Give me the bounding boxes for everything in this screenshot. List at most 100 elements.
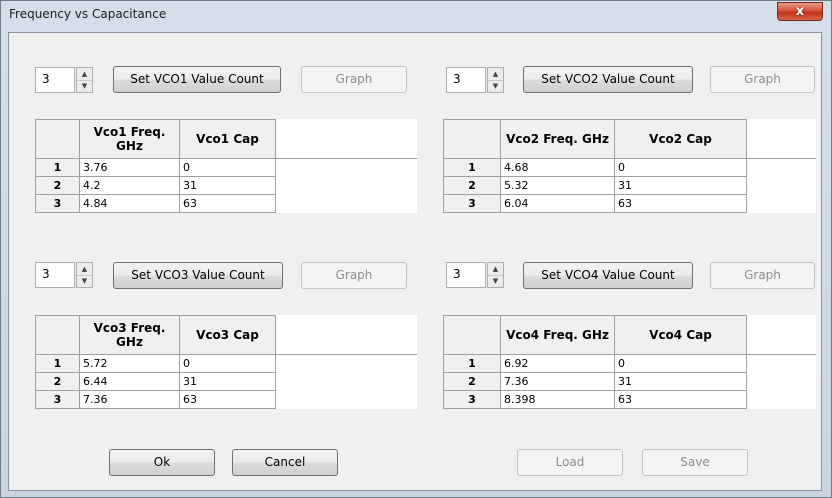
cap-cell[interactable]: 31 bbox=[179, 372, 276, 391]
table-row[interactable]: 1 4.68 0 bbox=[443, 158, 816, 177]
vco3-graph-button[interactable]: Graph bbox=[301, 262, 407, 289]
table-row[interactable]: 1 5.72 0 bbox=[35, 354, 417, 373]
cap-cell[interactable]: 0 bbox=[179, 158, 276, 177]
table-filler bbox=[275, 354, 417, 373]
cap-cell[interactable]: 63 bbox=[614, 194, 747, 213]
table-row[interactable]: 3 4.84 63 bbox=[35, 194, 417, 213]
row-header[interactable]: 3 bbox=[35, 390, 80, 409]
table-header-row: Vco1 Freq. GHz Vco1 Cap bbox=[35, 119, 417, 159]
title-bar[interactable]: Frequency vs Capacitance x bbox=[1, 1, 831, 29]
vco2-graph-button[interactable]: Graph bbox=[710, 66, 815, 93]
vco1-count-input[interactable]: 3 bbox=[35, 67, 75, 93]
table-row[interactable]: 2 4.2 31 bbox=[35, 176, 417, 195]
cancel-button[interactable]: Cancel bbox=[232, 449, 338, 476]
row-header[interactable]: 1 bbox=[443, 354, 501, 373]
column-header[interactable]: Vco1 Freq. GHz bbox=[79, 119, 180, 159]
table-filler bbox=[275, 176, 417, 195]
vco2-spin-arrows[interactable]: ▲ ▼ bbox=[487, 67, 504, 93]
down-arrow-icon[interactable]: ▼ bbox=[488, 80, 503, 92]
vco1-count-spinbox[interactable]: 3 ▲ ▼ bbox=[35, 67, 95, 93]
vco2-count-input[interactable]: 3 bbox=[446, 67, 486, 93]
down-arrow-icon[interactable]: ▼ bbox=[77, 275, 92, 287]
freq-cell[interactable]: 4.68 bbox=[500, 158, 615, 177]
row-header[interactable]: 1 bbox=[35, 158, 80, 177]
row-header[interactable]: 2 bbox=[35, 176, 80, 195]
vco4-count-input[interactable]: 3 bbox=[446, 262, 486, 288]
table-filler bbox=[746, 194, 816, 213]
row-header[interactable]: 2 bbox=[443, 372, 501, 391]
freq-cell[interactable]: 5.72 bbox=[79, 354, 180, 373]
table-corner bbox=[35, 119, 80, 159]
cap-cell[interactable]: 31 bbox=[614, 372, 747, 391]
cap-cell[interactable]: 31 bbox=[614, 176, 747, 195]
table-filler bbox=[275, 158, 417, 177]
table-filler bbox=[275, 390, 417, 409]
freq-cell[interactable]: 7.36 bbox=[500, 372, 615, 391]
column-header[interactable]: Vco4 Freq. GHz bbox=[500, 315, 615, 355]
freq-cell[interactable]: 7.36 bbox=[79, 390, 180, 409]
cap-cell[interactable]: 0 bbox=[614, 354, 747, 373]
table-filler bbox=[275, 194, 417, 213]
table-corner bbox=[35, 315, 80, 355]
vco3-count-input[interactable]: 3 bbox=[35, 262, 75, 288]
cap-cell[interactable]: 31 bbox=[179, 176, 276, 195]
table-row[interactable]: 2 5.32 31 bbox=[443, 176, 816, 195]
column-header[interactable]: Vco2 Freq. GHz bbox=[500, 119, 615, 159]
row-header[interactable]: 3 bbox=[443, 390, 501, 409]
cap-cell[interactable]: 63 bbox=[179, 390, 276, 409]
row-header[interactable]: 2 bbox=[35, 372, 80, 391]
freq-cell[interactable]: 4.84 bbox=[79, 194, 180, 213]
close-icon: x bbox=[795, 4, 805, 19]
table-row[interactable]: 1 3.76 0 bbox=[35, 158, 417, 177]
freq-cell[interactable]: 4.2 bbox=[79, 176, 180, 195]
cap-cell[interactable]: 0 bbox=[614, 158, 747, 177]
save-button[interactable]: Save bbox=[642, 449, 748, 476]
row-header[interactable]: 1 bbox=[35, 354, 80, 373]
vco3-count-spinbox[interactable]: 3 ▲ ▼ bbox=[35, 262, 95, 288]
set-vco3-count-button[interactable]: Set VCO3 Value Count bbox=[113, 262, 283, 289]
dialog-client-area: 3 ▲ ▼ Set VCO1 Value Count Graph Vco1 Fr… bbox=[8, 32, 822, 491]
table-corner bbox=[443, 315, 501, 355]
table-row[interactable]: 2 7.36 31 bbox=[443, 372, 816, 391]
row-header[interactable]: 3 bbox=[35, 194, 80, 213]
table-row[interactable]: 2 6.44 31 bbox=[35, 372, 417, 391]
freq-cell[interactable]: 8.398 bbox=[500, 390, 615, 409]
freq-cell[interactable]: 6.04 bbox=[500, 194, 615, 213]
row-header[interactable]: 1 bbox=[443, 158, 501, 177]
down-arrow-icon[interactable]: ▼ bbox=[77, 80, 92, 92]
load-button[interactable]: Load bbox=[517, 449, 623, 476]
vco2-count-spinbox[interactable]: 3 ▲ ▼ bbox=[446, 67, 506, 93]
table-filler bbox=[746, 390, 816, 409]
freq-cell[interactable]: 6.44 bbox=[79, 372, 180, 391]
column-header[interactable]: Vco3 Freq. GHz bbox=[79, 315, 180, 355]
cap-cell[interactable]: 63 bbox=[179, 194, 276, 213]
vco4-graph-button[interactable]: Graph bbox=[710, 262, 815, 289]
set-vco4-count-button[interactable]: Set VCO4 Value Count bbox=[523, 262, 693, 289]
cap-cell[interactable]: 0 bbox=[179, 354, 276, 373]
table-row[interactable]: 3 8.398 63 bbox=[443, 390, 816, 409]
set-vco2-count-button[interactable]: Set VCO2 Value Count bbox=[523, 66, 693, 93]
freq-cell[interactable]: 3.76 bbox=[79, 158, 180, 177]
vco1-graph-button[interactable]: Graph bbox=[301, 66, 407, 93]
table-row[interactable]: 3 7.36 63 bbox=[35, 390, 417, 409]
vco1-spin-arrows[interactable]: ▲ ▼ bbox=[76, 67, 93, 93]
column-header[interactable]: Vco4 Cap bbox=[614, 315, 747, 355]
table-row[interactable]: 3 6.04 63 bbox=[443, 194, 816, 213]
vco3-spin-arrows[interactable]: ▲ ▼ bbox=[76, 262, 93, 288]
column-header[interactable]: Vco3 Cap bbox=[179, 315, 276, 355]
column-header[interactable]: Vco1 Cap bbox=[179, 119, 276, 159]
table-row[interactable]: 1 6.92 0 bbox=[443, 354, 816, 373]
ok-button[interactable]: Ok bbox=[109, 449, 215, 476]
table-filler bbox=[275, 315, 417, 355]
vco4-spin-arrows[interactable]: ▲ ▼ bbox=[487, 262, 504, 288]
set-vco1-count-button[interactable]: Set VCO1 Value Count bbox=[113, 66, 281, 93]
row-header[interactable]: 3 bbox=[443, 194, 501, 213]
column-header[interactable]: Vco2 Cap bbox=[614, 119, 747, 159]
freq-cell[interactable]: 5.32 bbox=[500, 176, 615, 195]
row-header[interactable]: 2 bbox=[443, 176, 501, 195]
close-button[interactable]: x bbox=[777, 2, 823, 21]
down-arrow-icon[interactable]: ▼ bbox=[488, 275, 503, 287]
vco4-count-spinbox[interactable]: 3 ▲ ▼ bbox=[446, 262, 506, 288]
freq-cell[interactable]: 6.92 bbox=[500, 354, 615, 373]
cap-cell[interactable]: 63 bbox=[614, 390, 747, 409]
